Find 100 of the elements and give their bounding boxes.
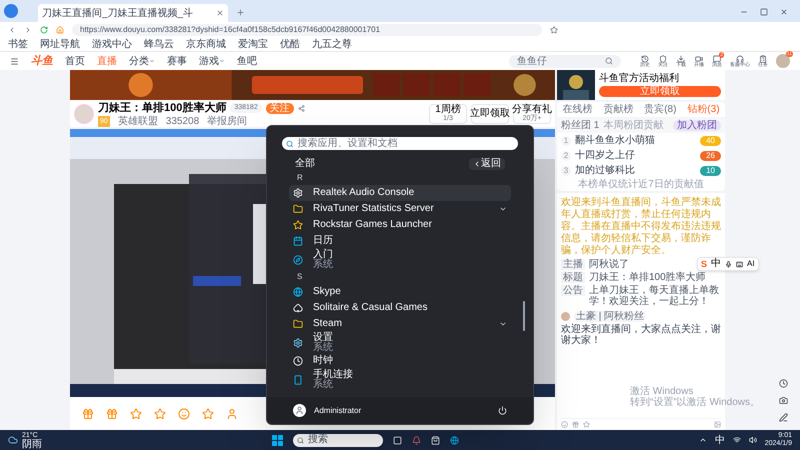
- panel-tab[interactable]: 贡献榜: [603, 104, 634, 114]
- app-item[interactable]: Skype: [289, 284, 511, 300]
- site-logo: 斗鱼: [31, 54, 53, 69]
- nav-link[interactable]: 赛事: [167, 54, 187, 68]
- app-icon[interactable]: [412, 436, 421, 444]
- ad-title: 斗鱼官方活动福利: [599, 74, 680, 84]
- new-tab-icon[interactable]: [236, 8, 245, 17]
- power-icon[interactable]: [498, 406, 507, 415]
- network-icon[interactable]: [732, 436, 741, 444]
- user-name: Administrator: [314, 404, 362, 416]
- bookmark-link[interactable]: 书签: [8, 40, 28, 50]
- browser-tab[interactable]: 刀妹王直播间_刀妹王直播视频_斗: [38, 4, 228, 22]
- user-name: 翻斗鱼鱼水小萌猫: [575, 134, 655, 148]
- address-bar[interactable]: https://www.douyu.com/338281?dyshid=16cf4a0f158c5dcb9167f46d0042880001701: [72, 24, 542, 36]
- fan-level-badge: 26: [700, 150, 721, 160]
- app-item[interactable]: 时钟: [289, 353, 511, 369]
- share-icon[interactable]: [298, 104, 305, 112]
- stat-card[interactable]: 立即领取: [471, 104, 509, 124]
- app-item[interactable]: Realtek Audio Console: [289, 185, 511, 201]
- info-text: 阿秋说了: [589, 259, 629, 270]
- expand-icon: [499, 205, 507, 213]
- app-item[interactable]: RivaTuner Statistics Server: [289, 201, 511, 217]
- task-view-icon[interactable]: [393, 436, 402, 444]
- mic-icon[interactable]: [725, 260, 732, 268]
- tab-title: 刀妹王直播间_刀妹王直播视频_斗: [42, 6, 194, 20]
- app-item[interactable]: 手机连接 系统: [289, 369, 511, 390]
- star-icon[interactable]: [583, 421, 590, 428]
- nav-link[interactable]: 分类: [129, 54, 155, 68]
- ime-logo: S: [701, 260, 708, 268]
- app-item[interactable]: Solitaire & Casual Games: [289, 300, 511, 316]
- nav-link[interactable]: 鱼吧: [237, 54, 257, 68]
- app-name: RivaTuner Statistics Server: [313, 204, 434, 214]
- heat-count: 335208: [166, 116, 200, 128]
- app-item[interactable]: 设置 系统: [289, 332, 511, 353]
- volume-icon[interactable]: [748, 436, 757, 444]
- info-tag: 主播: [561, 259, 585, 270]
- app-item[interactable]: Steam: [289, 316, 511, 332]
- tray-icon[interactable]: [698, 436, 707, 444]
- bookmark-link[interactable]: 爱淘宝: [238, 40, 268, 50]
- user-name: 十四岁之上仔: [575, 148, 635, 163]
- bookmark-link[interactable]: 蜂鸟云: [144, 40, 174, 50]
- forward-icon[interactable]: [24, 26, 32, 34]
- ime-indicator[interactable]: 中: [714, 432, 725, 448]
- bookmark-link[interactable]: 优酷: [280, 40, 300, 50]
- keyboard-icon[interactable]: [736, 260, 744, 268]
- maximize-icon[interactable]: [760, 8, 768, 16]
- camera-icon[interactable]: [779, 396, 788, 405]
- globe-icon: [293, 287, 303, 297]
- clipboard-icon: [759, 54, 767, 62]
- app-item[interactable]: 日历: [289, 233, 511, 249]
- user-avatar[interactable]: [776, 54, 790, 68]
- panel-tab[interactable]: 在线榜: [562, 104, 592, 114]
- close-icon[interactable]: [780, 8, 788, 16]
- browser-icon[interactable]: [450, 436, 459, 444]
- store-icon[interactable]: [431, 436, 440, 444]
- app-name: 手机连接: [313, 370, 353, 380]
- message-icon: [713, 54, 721, 62]
- fan-info: 本周粉团贡献: [603, 118, 664, 133]
- edit-icon[interactable]: [779, 413, 788, 422]
- notice-text: 欢迎来到斗鱼直播间，斗鱼严禁未成年人直播或打赏，禁止任何违规内容。主播在直播中不得发布违法违规信息，请勿轻信私下交易，谨防诈骗，保护个人财产安全。: [561, 197, 721, 257]
- nav-link[interactable]: 首页: [65, 54, 85, 68]
- bookmark-link[interactable]: 京东商城: [186, 40, 226, 50]
- ime-mode[interactable]: 中: [711, 259, 722, 269]
- join-button[interactable]: 加入粉团: [673, 120, 721, 131]
- fan-level-badge: 10: [700, 166, 721, 176]
- expand-icon: [499, 320, 507, 328]
- category-link[interactable]: 英雄联盟: [118, 116, 158, 128]
- clock-icon[interactable]: [779, 379, 788, 388]
- bookmark-icon[interactable]: [550, 26, 558, 34]
- report-link[interactable]: 举报房间: [207, 116, 248, 128]
- panel-tab[interactable]: 贵宾(8): [644, 104, 676, 114]
- search-icon: [605, 57, 613, 65]
- nav-link[interactable]: 游戏: [199, 54, 225, 68]
- search-icon: [286, 140, 294, 148]
- app-item[interactable]: Rockstar Games Launcher: [289, 217, 511, 233]
- phone-icon: [293, 374, 303, 384]
- gear-icon: [293, 188, 303, 198]
- start-button[interactable]: [272, 434, 283, 446]
- menu-icon[interactable]: [10, 56, 19, 66]
- back-icon[interactable]: [8, 26, 16, 34]
- close-icon[interactable]: [216, 9, 224, 17]
- ai-button[interactable]: AI: [747, 260, 755, 268]
- search-icon: [297, 436, 304, 444]
- user-avatar: [561, 312, 570, 321]
- bookmark-link[interactable]: 游戏中心: [92, 40, 132, 50]
- headset-icon: [736, 54, 744, 62]
- app-name: Solitaire & Casual Games: [313, 303, 428, 313]
- info-text: 刀妹王：单排100胜率大师: [589, 272, 706, 283]
- user-badge: 土豪 | 阿秋粉丝: [574, 311, 646, 322]
- search-field[interactable]: 鱼鱼仔: [509, 54, 621, 68]
- taskbar-search[interactable]: 搜索: [293, 434, 383, 446]
- back-button[interactable]: 返回: [469, 158, 505, 170]
- reload-icon[interactable]: [40, 26, 48, 34]
- app-name: 入门: [313, 250, 333, 260]
- bookmark-link[interactable]: 网址导航: [40, 40, 80, 50]
- rank-number: 3: [561, 166, 571, 176]
- app-subtitle: 系统: [313, 380, 334, 390]
- app-item[interactable]: 入门 系统: [289, 249, 511, 270]
- bookmark-link[interactable]: 九五之尊: [312, 40, 352, 50]
- emoji-icon[interactable]: [561, 421, 568, 428]
